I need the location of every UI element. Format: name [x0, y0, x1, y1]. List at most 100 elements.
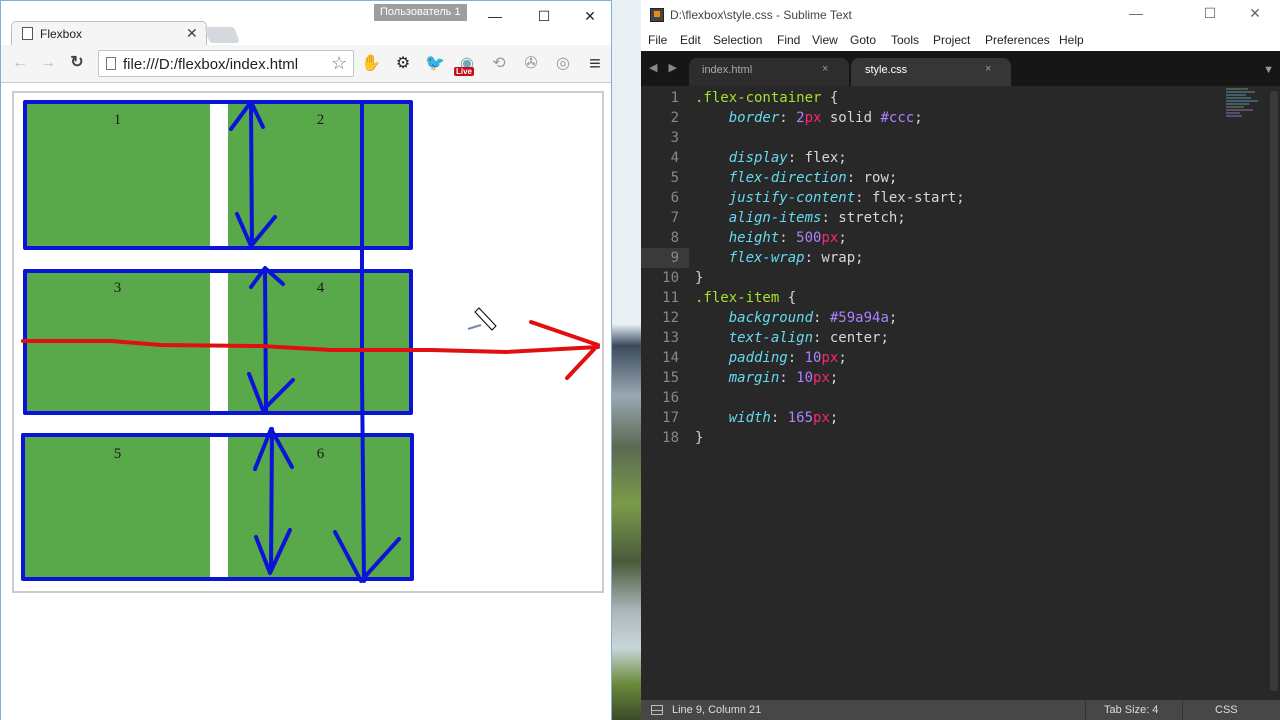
url-text[interactable]: file:///D:/flexbox/index.html [123, 56, 298, 73]
panel-toggle-icon[interactable] [651, 705, 663, 715]
tab-close-icon[interactable]: ✕ [186, 25, 198, 42]
menu-bar: File Edit Selection Find View Goto Tools… [641, 30, 1280, 51]
code-token: } [695, 430, 704, 446]
editor-window: D:\flexbox\style.css - Sublime Text — ☐ … [641, 0, 1280, 720]
code-line[interactable]: .flex-item { [695, 288, 965, 308]
code-line[interactable]: } [695, 428, 965, 448]
code-line[interactable]: text-align: center; [695, 328, 965, 348]
forward-icon[interactable]: → [38, 53, 58, 73]
browser-window: Пользователь 1 — ☐ ✕ Flexbox ✕ ← → ↻ fil… [0, 0, 612, 720]
code-line[interactable] [695, 388, 965, 408]
settings-gear-icon[interactable]: ⚙ [392, 53, 414, 75]
tab-style-css[interactable]: style.css × [851, 58, 1011, 86]
menu-icon[interactable]: ≡ [584, 53, 606, 75]
circle-extension-icon[interactable]: ◎ [552, 53, 574, 75]
minimize-button[interactable]: — [1125, 5, 1147, 25]
page-icon [22, 27, 33, 40]
tab-dropdown-icon[interactable]: ▼ [1263, 64, 1274, 76]
line-number-gutter: 1 2 3 4 5 6 7 8 9 10 11 12 13 14 15 16 17 18 [641, 88, 679, 448]
status-divider [1182, 700, 1183, 720]
cursor-position: Line 9, Column 21 [672, 704, 762, 716]
code-token: { [821, 90, 839, 106]
code-line[interactable]: margin: 10px; [695, 368, 965, 388]
editor-tabbar: ◀ ▶ index.html × style.css × ▼ [641, 51, 1280, 86]
line-number: 9 [670, 250, 679, 266]
menu-selection[interactable]: Selection [713, 33, 762, 47]
line-number: 11 [662, 290, 679, 306]
code-line[interactable]: } [695, 268, 965, 288]
profile-badge[interactable]: Пользователь 1 [374, 4, 467, 21]
minimap[interactable] [1226, 88, 1262, 128]
tab-close-icon[interactable]: × [822, 63, 828, 75]
code-token: 10 [796, 370, 814, 386]
close-button[interactable]: ✕ [1244, 5, 1266, 25]
code-line[interactable]: flex-direction: row; [695, 168, 965, 188]
code-token: padding [728, 350, 788, 366]
code-line[interactable]: padding: 10px; [695, 348, 965, 368]
opera-stop-icon[interactable]: ✋ [360, 53, 382, 75]
code-token: ; [838, 230, 847, 246]
line-number: 2 [670, 110, 679, 126]
code-token: flex-direction [728, 170, 847, 186]
live-badge: Live [454, 67, 475, 76]
new-tab-button[interactable] [204, 27, 240, 43]
code-line[interactable]: justify-content: flex-start; [695, 188, 965, 208]
tab-index-html[interactable]: index.html × [689, 58, 849, 86]
editor-title: D:\flexbox\style.css - Sublime Text [670, 8, 852, 22]
code-editor[interactable]: 1 2 3 4 5 6 7 8 9 10 11 12 13 14 15 16 17 18 .flex-contai… [641, 86, 1280, 700]
sublime-logo-icon [650, 8, 664, 22]
maximize-button[interactable]: ☐ [1199, 5, 1221, 25]
menu-help[interactable]: Help [1059, 33, 1084, 47]
line-number: 18 [662, 430, 679, 446]
browser-tab[interactable]: Flexbox ✕ [11, 21, 207, 46]
menu-file[interactable]: File [648, 33, 667, 47]
menu-edit[interactable]: Edit [680, 33, 701, 47]
line-number: 1 [670, 90, 679, 106]
line-number: 13 [662, 330, 679, 346]
bookmark-star-icon[interactable]: ☆ [331, 53, 347, 74]
address-bar[interactable]: file:///D:/flexbox/index.html ☆ [98, 50, 354, 77]
history-icon[interactable]: ⟲ [488, 53, 510, 75]
code-line[interactable]: .flex-container { [695, 88, 965, 108]
code-line[interactable]: flex-wrap: wrap; [695, 248, 965, 268]
code-token: 2 [796, 110, 805, 126]
code-token: border [728, 110, 780, 126]
code-line[interactable]: height: 500px; [695, 228, 965, 248]
back-icon[interactable]: ← [10, 53, 30, 73]
reload-icon[interactable]: ↻ [67, 53, 87, 73]
code-area[interactable]: .flex-container { border: 2px solid #ccc… [695, 88, 965, 448]
tab-close-icon[interactable]: × [985, 63, 991, 75]
tab-size-selector[interactable]: Tab Size: 4 [1104, 704, 1158, 716]
syntax-selector[interactable]: CSS [1215, 704, 1238, 716]
line-number: 3 [670, 130, 679, 146]
menu-view[interactable]: View [812, 33, 838, 47]
code-token: solid [821, 110, 881, 126]
code-line[interactable]: background: #59a94a; [695, 308, 965, 328]
code-token: ; [888, 310, 898, 326]
menu-preferences[interactable]: Preferences [985, 33, 1050, 47]
tab-nav-arrows[interactable]: ◀ ▶ [649, 61, 681, 74]
code-token: display [728, 150, 788, 166]
code-line[interactable]: align-items: stretch; [695, 208, 965, 228]
vertical-scrollbar[interactable] [1270, 91, 1278, 691]
code-line[interactable]: width: 165px; [695, 408, 965, 428]
minimize-button[interactable]: — [483, 5, 507, 27]
code-line[interactable] [695, 128, 965, 148]
robot-extension-icon[interactable]: ✇ [520, 53, 542, 75]
close-button[interactable]: ✕ [578, 5, 602, 27]
code-line[interactable]: border: 2px solid #ccc; [695, 108, 965, 128]
menu-project[interactable]: Project [933, 33, 970, 47]
menu-goto[interactable]: Goto [850, 33, 876, 47]
menu-find[interactable]: Find [777, 33, 800, 47]
menu-tools[interactable]: Tools [891, 33, 919, 47]
maximize-button[interactable]: ☐ [532, 5, 556, 27]
flex-item: 6 [228, 436, 413, 579]
code-line[interactable]: display: flex; [695, 148, 965, 168]
bird-extension-icon[interactable]: 🐦 [424, 53, 446, 75]
page-viewport: 1 2 3 4 5 6 [1, 84, 611, 720]
